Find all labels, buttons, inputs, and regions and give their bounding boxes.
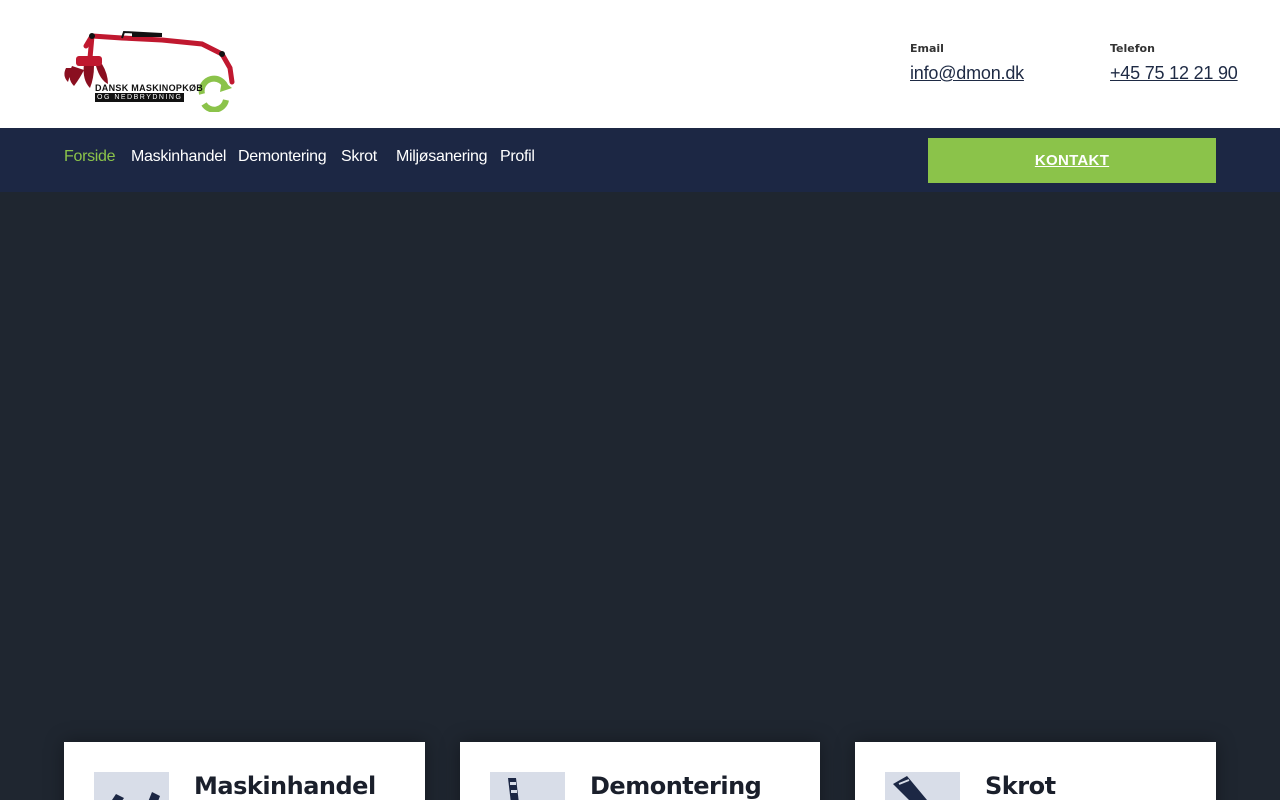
- site-header: DANSK MASKINOPKØB OG NEDBRYDNING Email i…: [0, 0, 1280, 128]
- kontakt-button[interactable]: KONTAKT: [928, 138, 1216, 183]
- nav-item-maskinhandel[interactable]: Maskinhandel: [131, 148, 226, 166]
- service-card-demontering[interactable]: Demontering: [460, 742, 820, 800]
- hero-banner: [0, 192, 1280, 800]
- logo-line2: OG NEDBRYDNING: [95, 93, 185, 102]
- email-link[interactable]: info@dmon.dk: [910, 63, 1024, 84]
- logo-line1: DANSK MASKINOPKØB: [95, 83, 204, 93]
- phone-contact: Telefon +45 75 12 21 90: [1110, 42, 1238, 84]
- nav-item-miljosanering[interactable]: Miljøsanering: [396, 148, 488, 166]
- company-logo[interactable]: DANSK MASKINOPKØB OG NEDBRYDNING: [62, 28, 240, 113]
- service-card-skrot[interactable]: Skrot: [855, 742, 1216, 800]
- card-title: Skrot: [985, 772, 1056, 800]
- phone-label: Telefon: [1110, 42, 1155, 55]
- main-navigation: Forside Maskinhandel Demontering Skrot M…: [0, 128, 1280, 192]
- email-contact: Email info@dmon.dk: [910, 42, 1024, 84]
- service-card-maskinhandel[interactable]: Maskinhandel: [64, 742, 425, 800]
- nav-item-skrot[interactable]: Skrot: [341, 148, 377, 166]
- nav-item-profil[interactable]: Profil: [500, 148, 535, 166]
- card-title: Demontering: [590, 772, 762, 800]
- nav-item-demontering[interactable]: Demontering: [238, 148, 327, 166]
- demolition-tool-icon: [490, 772, 565, 800]
- nav-item-forside[interactable]: Forside: [64, 148, 116, 166]
- excavator-arm-icon: [94, 772, 169, 800]
- card-title: Maskinhandel: [194, 772, 376, 800]
- scrap-container-icon: [885, 772, 960, 800]
- phone-link[interactable]: +45 75 12 21 90: [1110, 63, 1238, 84]
- email-label: Email: [910, 42, 944, 55]
